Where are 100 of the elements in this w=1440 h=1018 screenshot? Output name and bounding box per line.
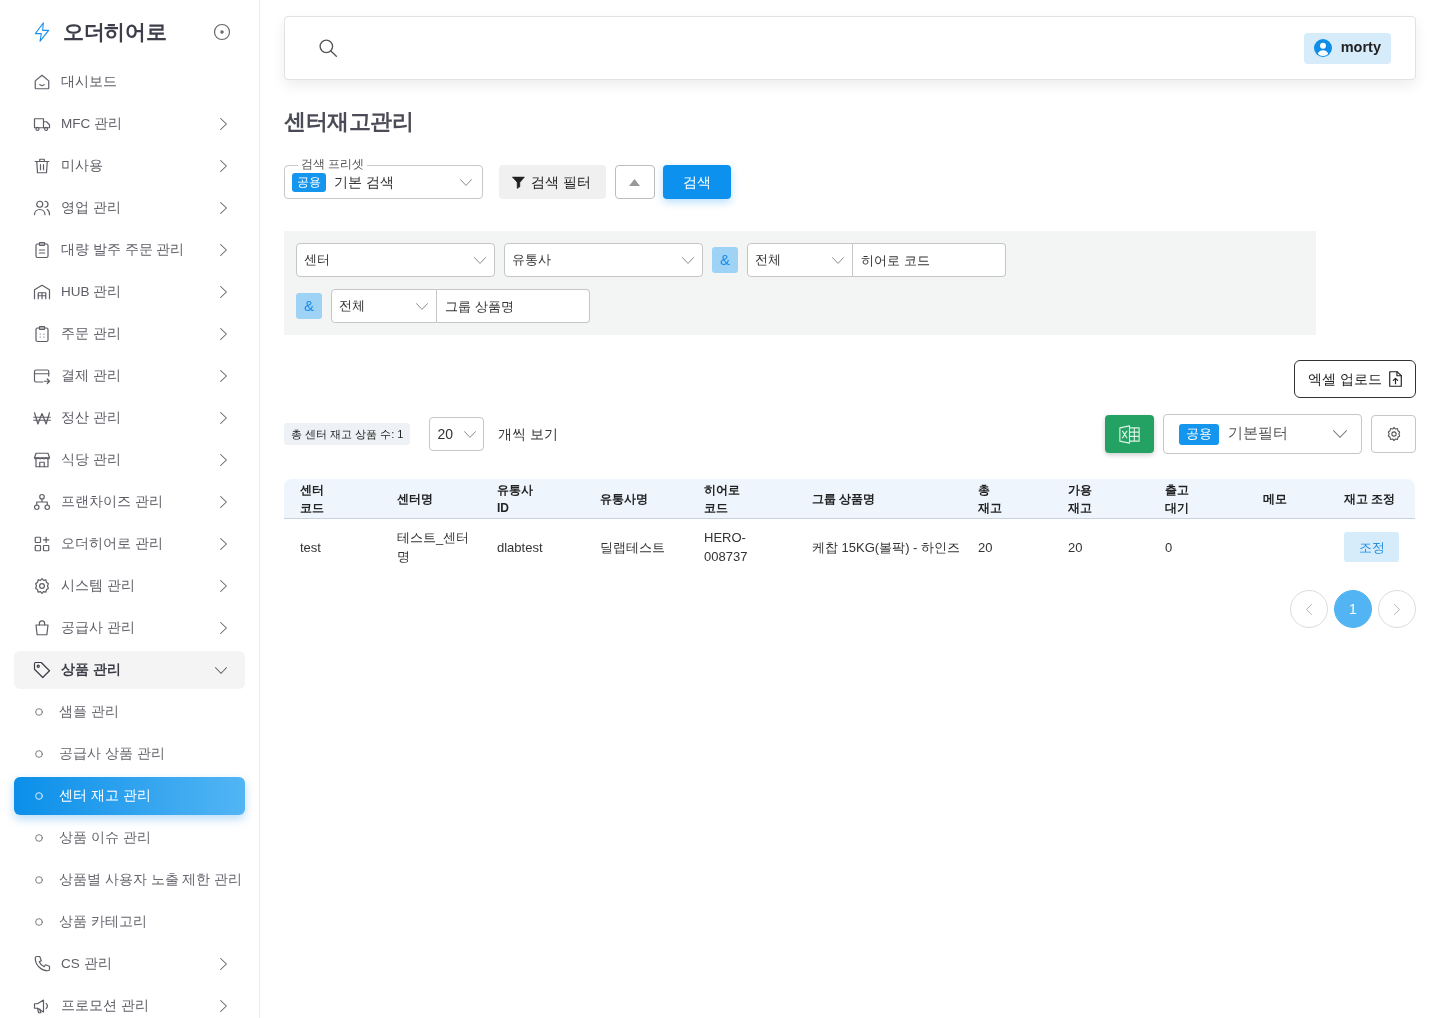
warehouse-icon	[33, 283, 51, 301]
chevron-down-icon	[832, 256, 844, 264]
excel-upload-button[interactable]: 엑셀 업로드	[1294, 360, 1416, 398]
preset-legend: 검색 프리셋	[298, 157, 368, 171]
chevron-down-icon	[416, 302, 428, 310]
circle-icon	[35, 918, 43, 926]
sidebar-item[interactable]: 프랜차이즈 관리	[14, 483, 245, 521]
circle-icon	[35, 750, 43, 758]
circle-icon	[35, 834, 43, 842]
chevron-right-icon	[220, 958, 227, 970]
sidebar-item[interactable]: CS 관리	[14, 945, 245, 983]
column-header: 출고 대기	[1165, 481, 1190, 517]
truck-icon	[33, 115, 51, 133]
collapse-button[interactable]	[614, 165, 655, 199]
shared-badge: 공용	[1179, 423, 1219, 445]
brand-name: 오더히어로	[63, 19, 167, 46]
table-cell-text: test	[300, 538, 321, 557]
circle-icon	[35, 708, 43, 716]
table-cell-text: HERO-008737	[704, 529, 749, 566]
page-title: 센터재고관리	[284, 108, 413, 136]
circle-icon	[35, 876, 43, 884]
circle-icon	[35, 792, 43, 800]
sidebar-subitem[interactable]: 상품 이슈 관리	[14, 819, 245, 857]
clipboard-icon	[33, 241, 51, 259]
chevron-down-icon	[460, 178, 472, 186]
chevron-right-icon	[220, 202, 227, 214]
filter-select[interactable]: 유통사	[504, 243, 703, 277]
chevron-right-icon	[220, 538, 227, 550]
sidebar-item[interactable]: 주문 관리	[14, 315, 245, 353]
chevron-down-icon	[1333, 430, 1347, 438]
excel-download-button[interactable]	[1105, 415, 1154, 453]
sidebar-subitem[interactable]: 상품 카테고리	[14, 903, 245, 941]
column-header: 센터명	[397, 490, 433, 508]
sidebar-item[interactable]: 결제 관리	[14, 357, 245, 395]
gear-icon	[1385, 426, 1402, 442]
sidebar-item[interactable]: 프로모션 관리	[14, 987, 245, 1018]
saved-filter-select[interactable]: 공용 기본필터	[1163, 414, 1362, 454]
total-count: 총 센터 재고 상품 수: 1	[284, 422, 411, 446]
filter-select[interactable]: 전체	[331, 289, 437, 323]
chevron-right-icon	[220, 244, 227, 256]
user-avatar-icon	[1313, 39, 1332, 57]
clipboard-icon	[33, 325, 51, 343]
sidebar-item[interactable]: MFC 관리	[14, 105, 245, 143]
users-icon	[33, 199, 51, 217]
column-header: 재고 조정	[1344, 490, 1396, 508]
sidebar-item[interactable]: 공급사 관리	[14, 609, 245, 647]
table-cell-text: 케찹 15KG(볼팍) - 하인즈	[812, 538, 961, 557]
sidebar-item[interactable]: 대시보드	[14, 63, 245, 101]
search-icon[interactable]	[318, 38, 338, 58]
table-cell-text: 0	[1165, 538, 1173, 557]
sidebar-item[interactable]: HUB 관리	[14, 273, 245, 311]
chevron-right-icon	[220, 622, 227, 634]
sidebar-item[interactable]: 영업 관리	[14, 189, 245, 227]
sidebar-item[interactable]: 상품 관리	[14, 651, 245, 689]
table-cell-text: 20	[1068, 538, 1083, 557]
filter-select[interactable]: 전체	[747, 243, 853, 277]
megaphone-icon	[33, 997, 51, 1015]
chevron-down-icon	[215, 666, 227, 674]
user-button[interactable]: morty	[1303, 32, 1391, 64]
chevron-down-icon	[682, 256, 694, 264]
caret-up-icon	[629, 178, 641, 186]
column-header: 유통사명	[600, 490, 648, 508]
table-cell-text: dlabtest	[497, 538, 543, 557]
chevron-down-icon	[464, 430, 477, 438]
column-header: 히어로 코드	[704, 481, 741, 517]
phone-icon	[33, 955, 51, 973]
page-size-select[interactable]: 20	[429, 417, 485, 451]
sidebar-item[interactable]: 정산 관리	[14, 399, 245, 437]
page-size-label: 개씩 보기	[498, 424, 559, 444]
store-icon	[33, 451, 51, 469]
chevron-right-icon	[220, 496, 227, 508]
home-icon	[33, 73, 51, 91]
spreadsheet-icon	[1119, 424, 1140, 444]
sidebar-item[interactable]: 식당 관리	[14, 441, 245, 479]
sidebar-item[interactable]: 대량 발주 주문 관리	[14, 231, 245, 269]
filter-input[interactable]: 히어로 코드	[853, 243, 1006, 277]
chevron-right-icon	[220, 328, 227, 340]
column-header: 센터 코드	[300, 481, 325, 517]
column-header: 총 재고	[978, 481, 1003, 517]
sidebar-item[interactable]: 오더히어로 관리	[14, 525, 245, 563]
chevron-right-icon	[220, 370, 227, 382]
sidebar-subitem[interactable]: 공급사 상품 관리	[14, 735, 245, 773]
target-icon[interactable]	[213, 23, 231, 41]
won-icon	[33, 409, 51, 427]
table-cell-text: 딜랩테스트	[600, 538, 665, 557]
filter-input[interactable]: 그룹 상품명	[437, 289, 590, 323]
sidebar-item[interactable]: 미사용	[14, 147, 245, 185]
funnel-icon	[512, 175, 525, 189]
filter-select[interactable]: 센터	[296, 243, 495, 277]
chevron-right-icon	[220, 454, 227, 466]
bag-icon	[33, 619, 51, 637]
filter-button[interactable]: 검색 필터	[499, 165, 606, 199]
sidebar-subitem[interactable]: 샘플 관리	[14, 693, 245, 731]
chevron-right-icon	[220, 118, 227, 130]
sidebar-item[interactable]: 시스템 관리	[14, 567, 245, 605]
chevron-right-icon	[220, 580, 227, 592]
column-header: 가용 재고	[1068, 481, 1093, 517]
settings-button[interactable]	[1371, 415, 1416, 453]
sidebar-subitem[interactable]: 상품별 사용자 노출 제한 관리	[14, 861, 245, 899]
chevron-right-icon	[220, 412, 227, 424]
